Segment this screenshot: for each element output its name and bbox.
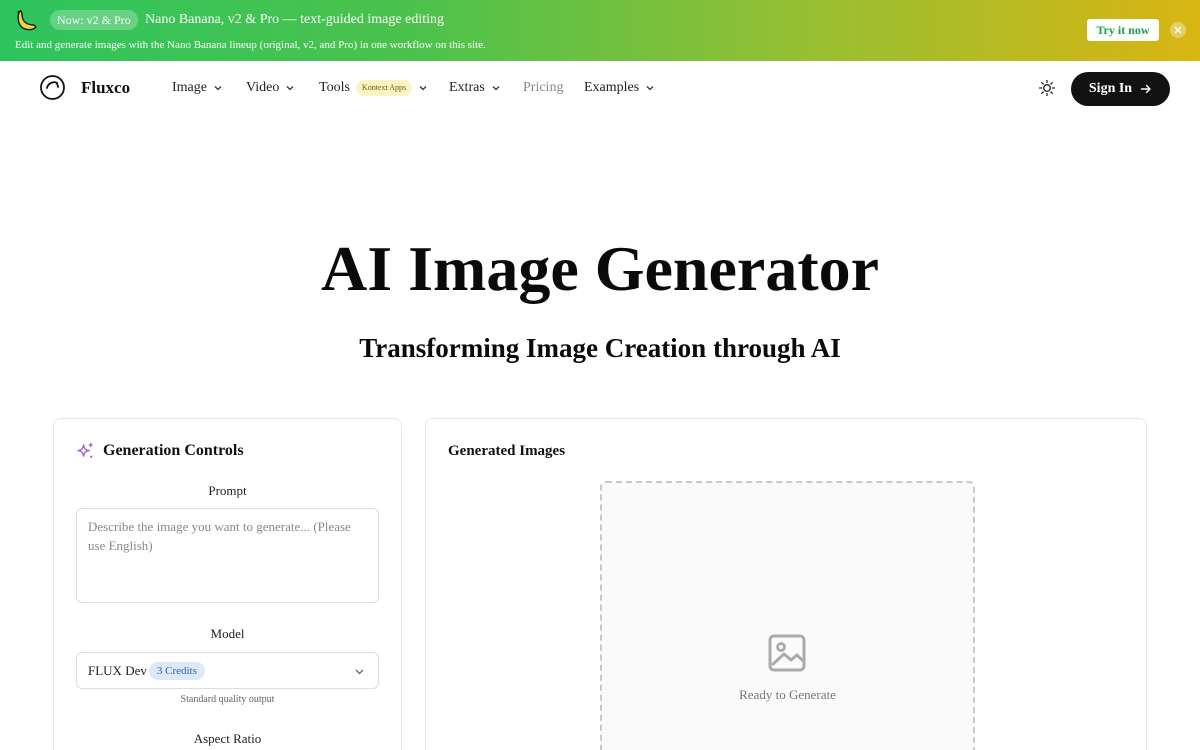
close-icon[interactable] — [1170, 22, 1186, 38]
model-select[interactable]: FLUX Dev 3 Credits — [76, 652, 379, 689]
banner-description: Edit and generate images with the Nano B… — [15, 39, 486, 51]
ready-to-generate-text: Ready to Generate — [739, 687, 836, 702]
chevron-down-icon — [492, 86, 500, 91]
nav-item-label: Pricing — [523, 80, 564, 95]
prompt-label: Prompt — [208, 483, 247, 498]
banner-title: Nano Banana, v2 & Pro — text-guided imag… — [145, 12, 444, 27]
kontext-apps-badge: Kontext Apps — [355, 80, 413, 96]
top-navigation: Fluxco Image Video Tools Kontext Apps Ex… — [0, 61, 1200, 114]
model-hint: Standard quality output — [180, 694, 275, 705]
nav-item-label: Image — [172, 80, 207, 95]
nav-extras-menu[interactable]: Extras — [449, 78, 501, 98]
chevron-down-icon — [646, 86, 654, 91]
arrow-right-icon — [1140, 84, 1151, 94]
announcement-banner: Now: v2 & Pro Nano Banana, v2 & Pro — te… — [0, 0, 1200, 61]
nav-item-label: Extras — [449, 80, 485, 95]
nav-examples-menu[interactable]: Examples — [584, 78, 655, 98]
nav-image-menu[interactable]: Image — [172, 78, 223, 98]
nav-item-label: Examples — [584, 80, 640, 95]
banner-badge: Now: v2 & Pro — [50, 10, 138, 30]
chevron-down-icon — [286, 86, 294, 91]
nav-pricing-link[interactable]: Pricing — [523, 78, 563, 98]
generated-images-panel: Generated Images Ready to Generate — [425, 418, 1147, 750]
nav-video-menu[interactable]: Video — [246, 78, 295, 98]
credits-badge: 3 Credits — [148, 661, 205, 680]
nav-item-label: Video — [246, 80, 280, 95]
sign-in-button[interactable]: Sign In — [1071, 72, 1170, 106]
aspect-ratio-label: Aspect Ratio — [193, 731, 262, 746]
page-title: AI Image Generator — [320, 233, 880, 304]
brand-name[interactable]: Fluxco — [81, 78, 130, 98]
sparkles-icon — [77, 442, 93, 458]
page-subtitle: Transforming Image Creation through AI — [359, 333, 841, 363]
fluxco-logo-icon[interactable] — [39, 74, 66, 101]
controls-title: Generation Controls — [103, 442, 244, 459]
sun-icon[interactable] — [1038, 79, 1056, 97]
controls-header: Generation Controls — [76, 441, 244, 461]
image-placeholder-icon — [768, 634, 806, 672]
chevron-down-icon — [355, 669, 364, 675]
model-value: FLUX Dev — [88, 662, 147, 678]
chevron-down-icon — [419, 86, 427, 91]
results-title: Generated Images — [448, 443, 566, 459]
model-label: Model — [210, 626, 245, 641]
nav-item-label: Tools — [319, 80, 350, 95]
try-it-now-button[interactable]: Try it now — [1087, 19, 1159, 41]
generation-controls-panel: Generation Controls Prompt Model FLUX De… — [53, 418, 402, 750]
banana-icon — [17, 10, 37, 31]
nav-tools-menu[interactable]: Tools Kontext Apps — [319, 78, 428, 98]
prompt-input[interactable] — [76, 508, 379, 603]
sign-in-label: Sign In — [1088, 81, 1133, 96]
image-output-area: Ready to Generate — [600, 481, 975, 750]
chevron-down-icon — [214, 86, 222, 91]
